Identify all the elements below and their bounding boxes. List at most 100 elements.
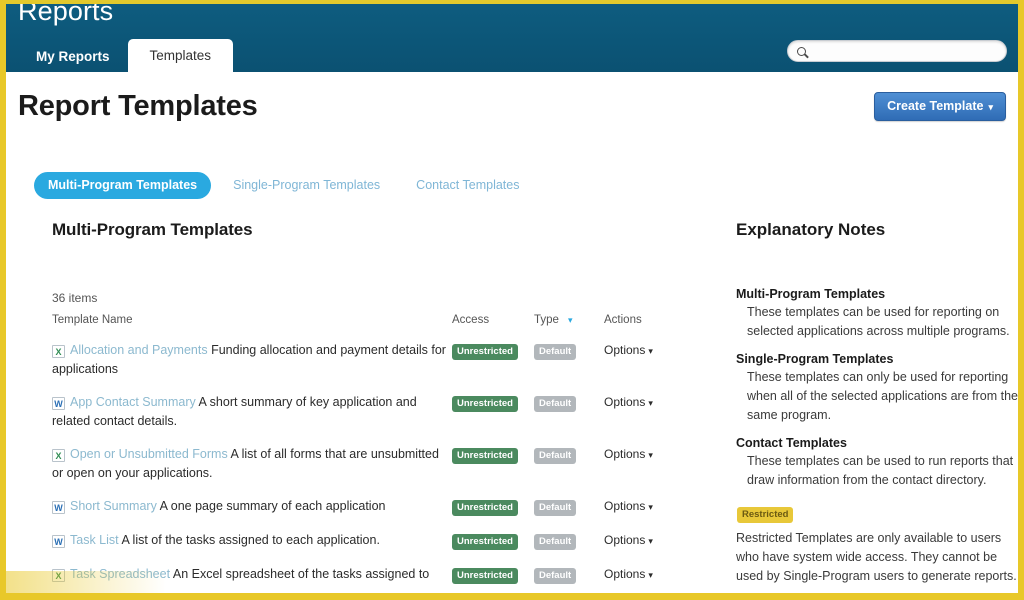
section-title: Multi-Program Templates — [52, 220, 253, 239]
table-row: W App Contact Summary A short summary of … — [52, 386, 692, 438]
template-link[interactable]: Task List — [70, 533, 119, 547]
tab-my-reports[interactable]: My Reports — [18, 41, 128, 72]
template-link[interactable]: App Contact Summary — [70, 395, 196, 409]
template-description: A one page summary of each application — [159, 499, 386, 513]
options-dropdown-button[interactable]: Options ▾ — [604, 533, 653, 547]
page-header: Report Templates Create Template ▾ — [6, 72, 1018, 146]
templates-table-body: X Allocation and Payments Funding allocat… — [52, 334, 692, 592]
word-file-icon: W — [52, 535, 65, 548]
column-header-access[interactable]: Access — [452, 314, 534, 334]
status-badge-type: Default — [534, 568, 577, 584]
excel-file-icon: X — [52, 345, 65, 358]
restricted-note-text: Restricted Templates are only available … — [736, 531, 1017, 583]
note-definition: These templates can be used for reportin… — [747, 305, 1010, 338]
tab-templates-label: Templates — [149, 48, 212, 63]
cell-access: Unrestricted — [452, 558, 534, 592]
app-title: Reports — [18, 0, 114, 26]
cell-access: Unrestricted — [452, 438, 534, 490]
content-columns: Multi-Program Templates 36 items Templat… — [6, 220, 1018, 592]
template-category-nav: Multi-Program Templates Single-Program T… — [34, 172, 533, 199]
cell-actions: Options ▾ — [604, 386, 692, 438]
pill-contact-templates[interactable]: Contact Templates — [402, 172, 533, 199]
template-link[interactable]: Allocation and Payments — [70, 343, 208, 357]
page-body: Report Templates Create Template ▾ Multi-… — [6, 72, 1018, 593]
template-link[interactable]: Task Spreadsheet — [70, 567, 170, 581]
options-label: Options — [604, 447, 646, 461]
options-dropdown-button[interactable]: Options ▾ — [604, 343, 653, 357]
template-description: A list of the tasks assigned to each app… — [121, 533, 380, 547]
table-row: W Short Summary A one page summary of eac… — [52, 490, 692, 524]
status-badge-access: Unrestricted — [452, 568, 518, 584]
status-badge-restricted: Restricted — [737, 507, 794, 523]
table-row: X Open or Unsubmitted Forms A list of all… — [52, 438, 692, 490]
create-template-label: Create Template — [887, 99, 984, 113]
search-input[interactable] — [812, 44, 992, 58]
cell-actions: Options ▾ — [604, 438, 692, 490]
pill-multi-program-label: Multi-Program Templates — [48, 178, 198, 192]
cell-type: Default — [534, 386, 604, 438]
column-header-actions: Actions — [604, 314, 642, 326]
template-link[interactable]: Open or Unsubmitted Forms — [70, 447, 228, 461]
note-definition: These templates can only be used for rep… — [747, 370, 1018, 422]
cell-access: Unrestricted — [452, 386, 534, 438]
options-dropdown-button[interactable]: Options ▾ — [604, 395, 653, 409]
chevron-down-icon: ▾ — [648, 346, 653, 356]
column-header-template-name[interactable]: Template Name — [52, 314, 452, 334]
cell-template-name: W Short Summary A one page summary of eac… — [52, 490, 452, 524]
status-badge-type: Default — [534, 534, 577, 550]
chevron-down-icon: ▾ — [648, 536, 653, 546]
note-term: Multi-Program Templates — [736, 287, 886, 301]
sort-descending-icon[interactable]: ▾ — [568, 315, 573, 325]
table-header-row: Template Name Access Type ▾ Actions — [52, 314, 692, 334]
create-template-button[interactable]: Create Template ▾ — [874, 92, 1006, 121]
options-dropdown-button[interactable]: Options ▾ — [604, 499, 653, 513]
page-title: Report Templates — [18, 90, 258, 122]
table-row: X Task Spreadsheet An Excel spreadsheet o… — [52, 558, 692, 592]
page-frame: Reports My Reports Templates Report Temp… — [0, 0, 1024, 600]
cell-type: Default — [534, 558, 604, 592]
search-box[interactable] — [787, 40, 1007, 62]
templates-table-head: Template Name Access Type ▾ Actions — [52, 314, 692, 334]
notes-title: Explanatory Notes — [736, 220, 886, 239]
cell-template-name: X Open or Unsubmitted Forms A list of all… — [52, 438, 452, 490]
column-header-type-label: Type — [534, 314, 559, 326]
cell-access: Unrestricted — [452, 490, 534, 524]
table-row: W Task List A list of the tasks assigned … — [52, 524, 692, 558]
app-tabbar: My Reports Templates — [18, 39, 234, 72]
cell-type: Default — [534, 524, 604, 558]
chevron-down-icon: ▾ — [648, 570, 653, 580]
cell-template-name: W Task List A list of the tasks assigned … — [52, 524, 452, 558]
options-dropdown-button[interactable]: Options ▾ — [604, 447, 653, 461]
cell-access: Unrestricted — [452, 524, 534, 558]
status-badge-access: Unrestricted — [452, 448, 518, 464]
pill-multi-program-templates[interactable]: Multi-Program Templates — [34, 172, 212, 199]
word-file-icon: W — [52, 397, 65, 410]
status-badge-type: Default — [534, 396, 577, 412]
chevron-down-icon: ▾ — [648, 502, 653, 512]
chevron-down-icon: ▾ — [988, 102, 993, 112]
column-header-type[interactable]: Type ▾ — [534, 314, 604, 334]
tab-templates[interactable]: Templates — [127, 39, 234, 72]
options-dropdown-button[interactable]: Options ▾ — [604, 567, 653, 581]
excel-file-icon: X — [52, 569, 65, 582]
notes-list: Multi-Program Templates These templates c… — [736, 287, 1018, 490]
chevron-down-icon: ▾ — [648, 398, 653, 408]
word-file-icon: W — [52, 501, 65, 514]
cell-actions: Options ▾ — [604, 490, 692, 524]
status-badge-type: Default — [534, 448, 577, 464]
search-container — [787, 40, 1007, 62]
cell-type: Default — [534, 490, 604, 524]
pill-single-program-label: Single-Program Templates — [233, 178, 381, 192]
status-badge-access: Unrestricted — [452, 534, 518, 550]
options-label: Options — [604, 343, 646, 357]
app-header: Reports My Reports Templates — [6, 0, 1018, 72]
status-badge-type: Default — [534, 344, 577, 360]
pill-single-program-templates[interactable]: Single-Program Templates — [219, 172, 394, 199]
status-badge-type: Default — [534, 500, 577, 516]
restricted-badge-wrap: Restricted — [736, 504, 1018, 523]
template-link[interactable]: Short Summary — [70, 499, 157, 513]
cell-actions: Options ▾ — [604, 334, 692, 386]
options-label: Options — [604, 499, 646, 513]
cell-type: Default — [534, 334, 604, 386]
cell-actions: Options ▾ — [604, 524, 692, 558]
